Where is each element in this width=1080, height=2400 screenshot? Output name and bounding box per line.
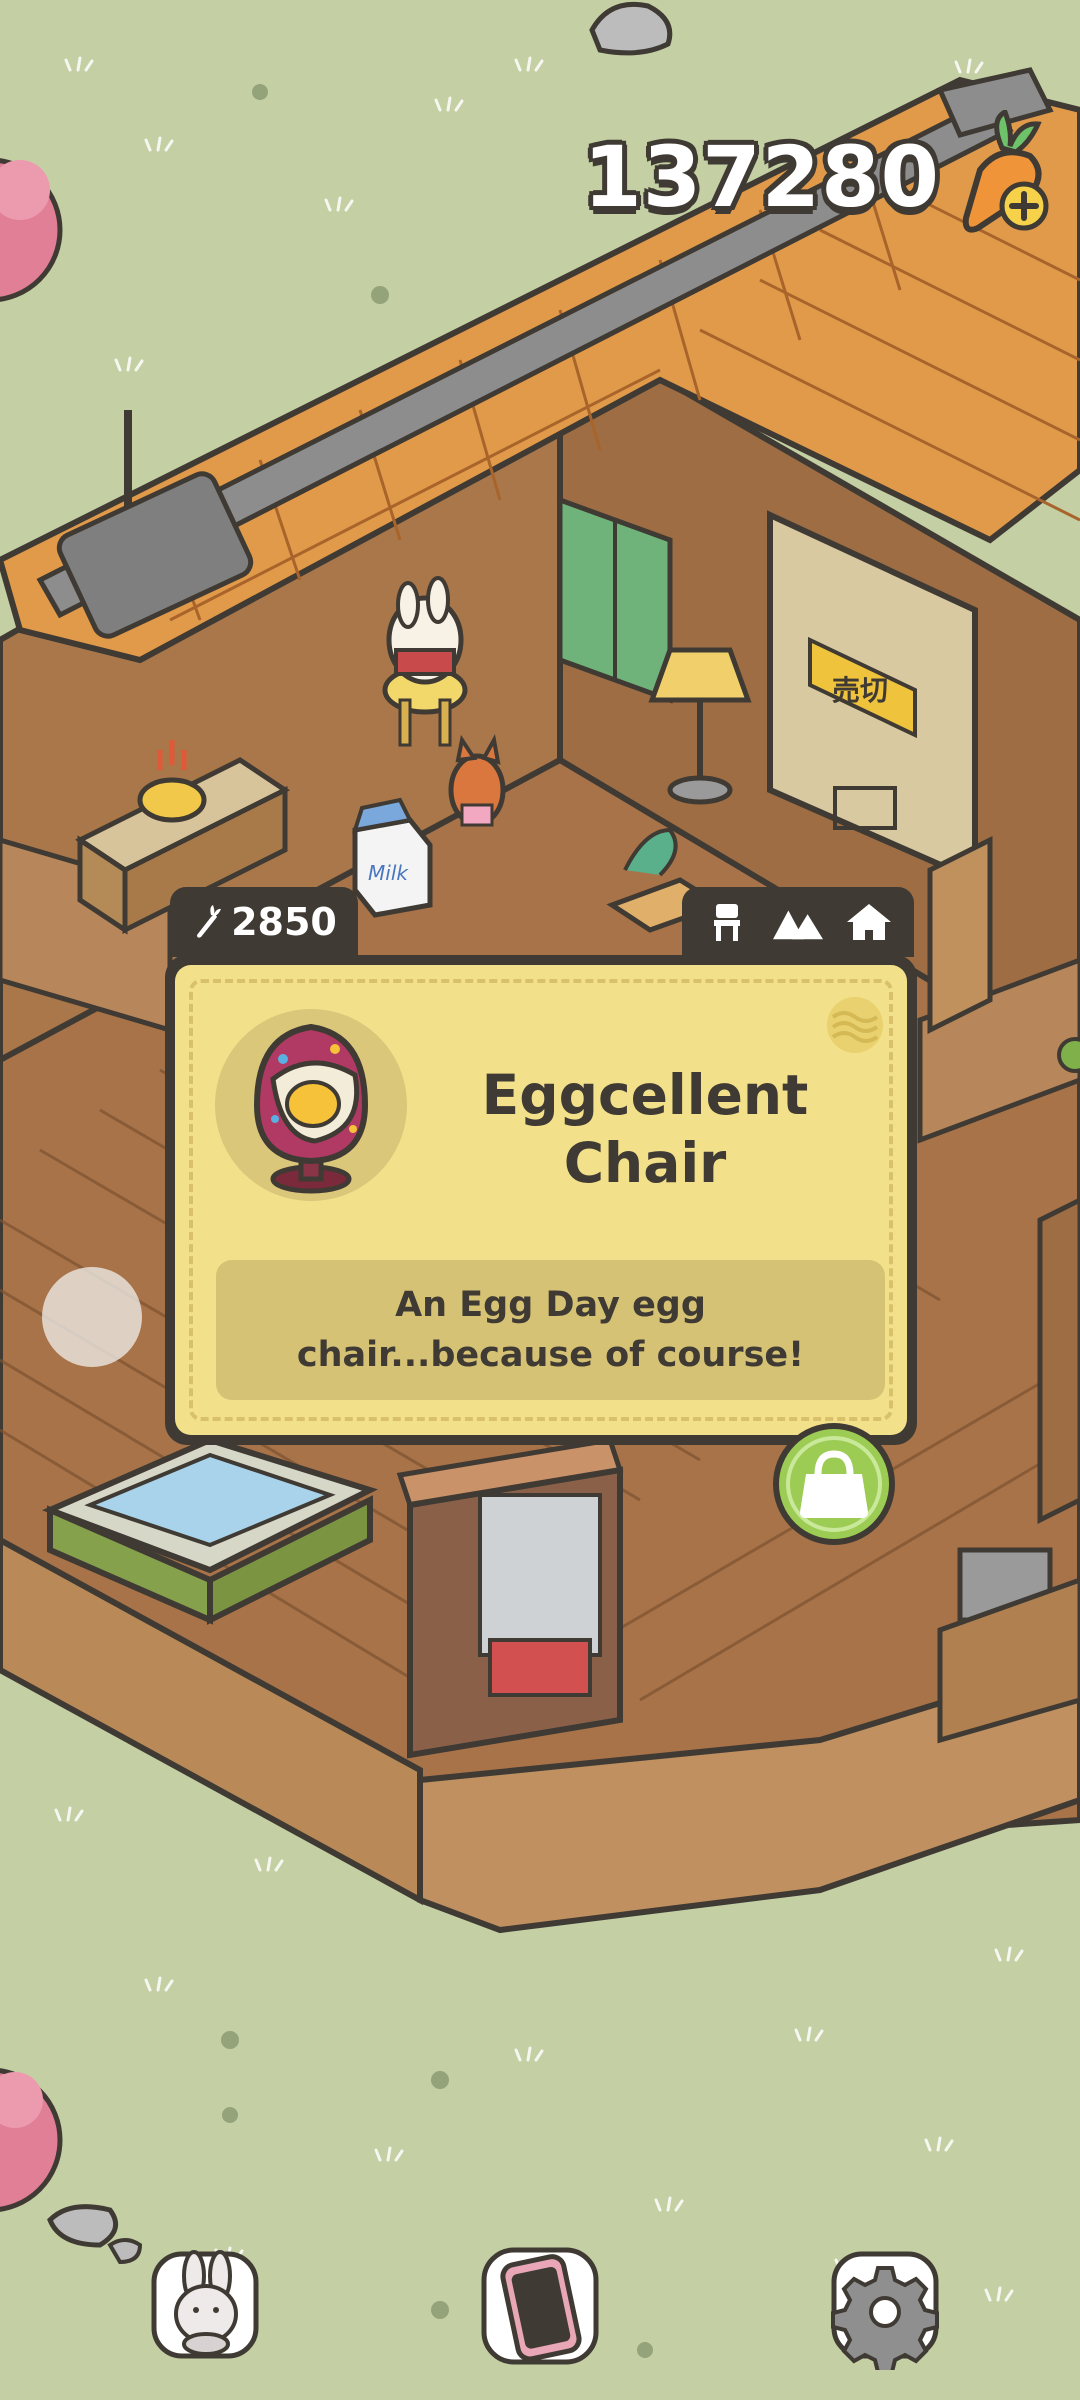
- display-cabinet: [396, 1437, 624, 1759]
- bunny-profile-button[interactable]: [140, 2240, 270, 2370]
- carrot-icon: [197, 905, 222, 938]
- pink-bush-top: [0, 158, 63, 302]
- bunny-icon: [151, 2250, 259, 2359]
- item-description-box: An Egg Day egg chair...because of course…: [216, 1260, 885, 1400]
- green-plant-edge: [1057, 1037, 1080, 1073]
- house-icon: [844, 897, 894, 947]
- price-value: 2850: [231, 900, 337, 944]
- partition-right-lower: [1037, 1197, 1080, 1525]
- item-info-card: Eggcellent Chair An Egg Day egg chair...…: [165, 955, 917, 1445]
- chair-icon: [702, 897, 752, 947]
- milk-label: Milk: [368, 861, 409, 885]
- add-carrots-button[interactable]: [950, 108, 1060, 240]
- settings-button[interactable]: [820, 2240, 950, 2374]
- buy-button[interactable]: [770, 1420, 898, 1548]
- phone-button[interactable]: [470, 2236, 610, 2376]
- mountain-icon: [772, 897, 823, 947]
- category-tags: [682, 887, 914, 957]
- shelf-right: [927, 835, 993, 1035]
- egg-chair-icon: [253, 1023, 369, 1194]
- item-name: Eggcellent Chair: [481, 1063, 809, 1195]
- gear-icon: [831, 2251, 939, 2374]
- rock: [589, 1, 673, 56]
- phone-icon: [481, 2247, 599, 2365]
- price-tag: 2850: [170, 887, 358, 957]
- pink-bush-bottom: [0, 2068, 63, 2212]
- carrot-plus-icon: [962, 108, 1049, 233]
- item-description: An Egg Day egg chair...because of course…: [296, 1285, 805, 1375]
- carrot-counter: 137280: [583, 128, 940, 226]
- sign-text: 売切: [832, 674, 888, 707]
- shopping-bag-icon: [773, 1423, 895, 1545]
- small-rocks: [47, 2204, 143, 2265]
- joystick-handle[interactable]: [42, 1267, 142, 1367]
- wave-pattern-icon: [827, 997, 883, 1053]
- item-portrait: [215, 1009, 407, 1201]
